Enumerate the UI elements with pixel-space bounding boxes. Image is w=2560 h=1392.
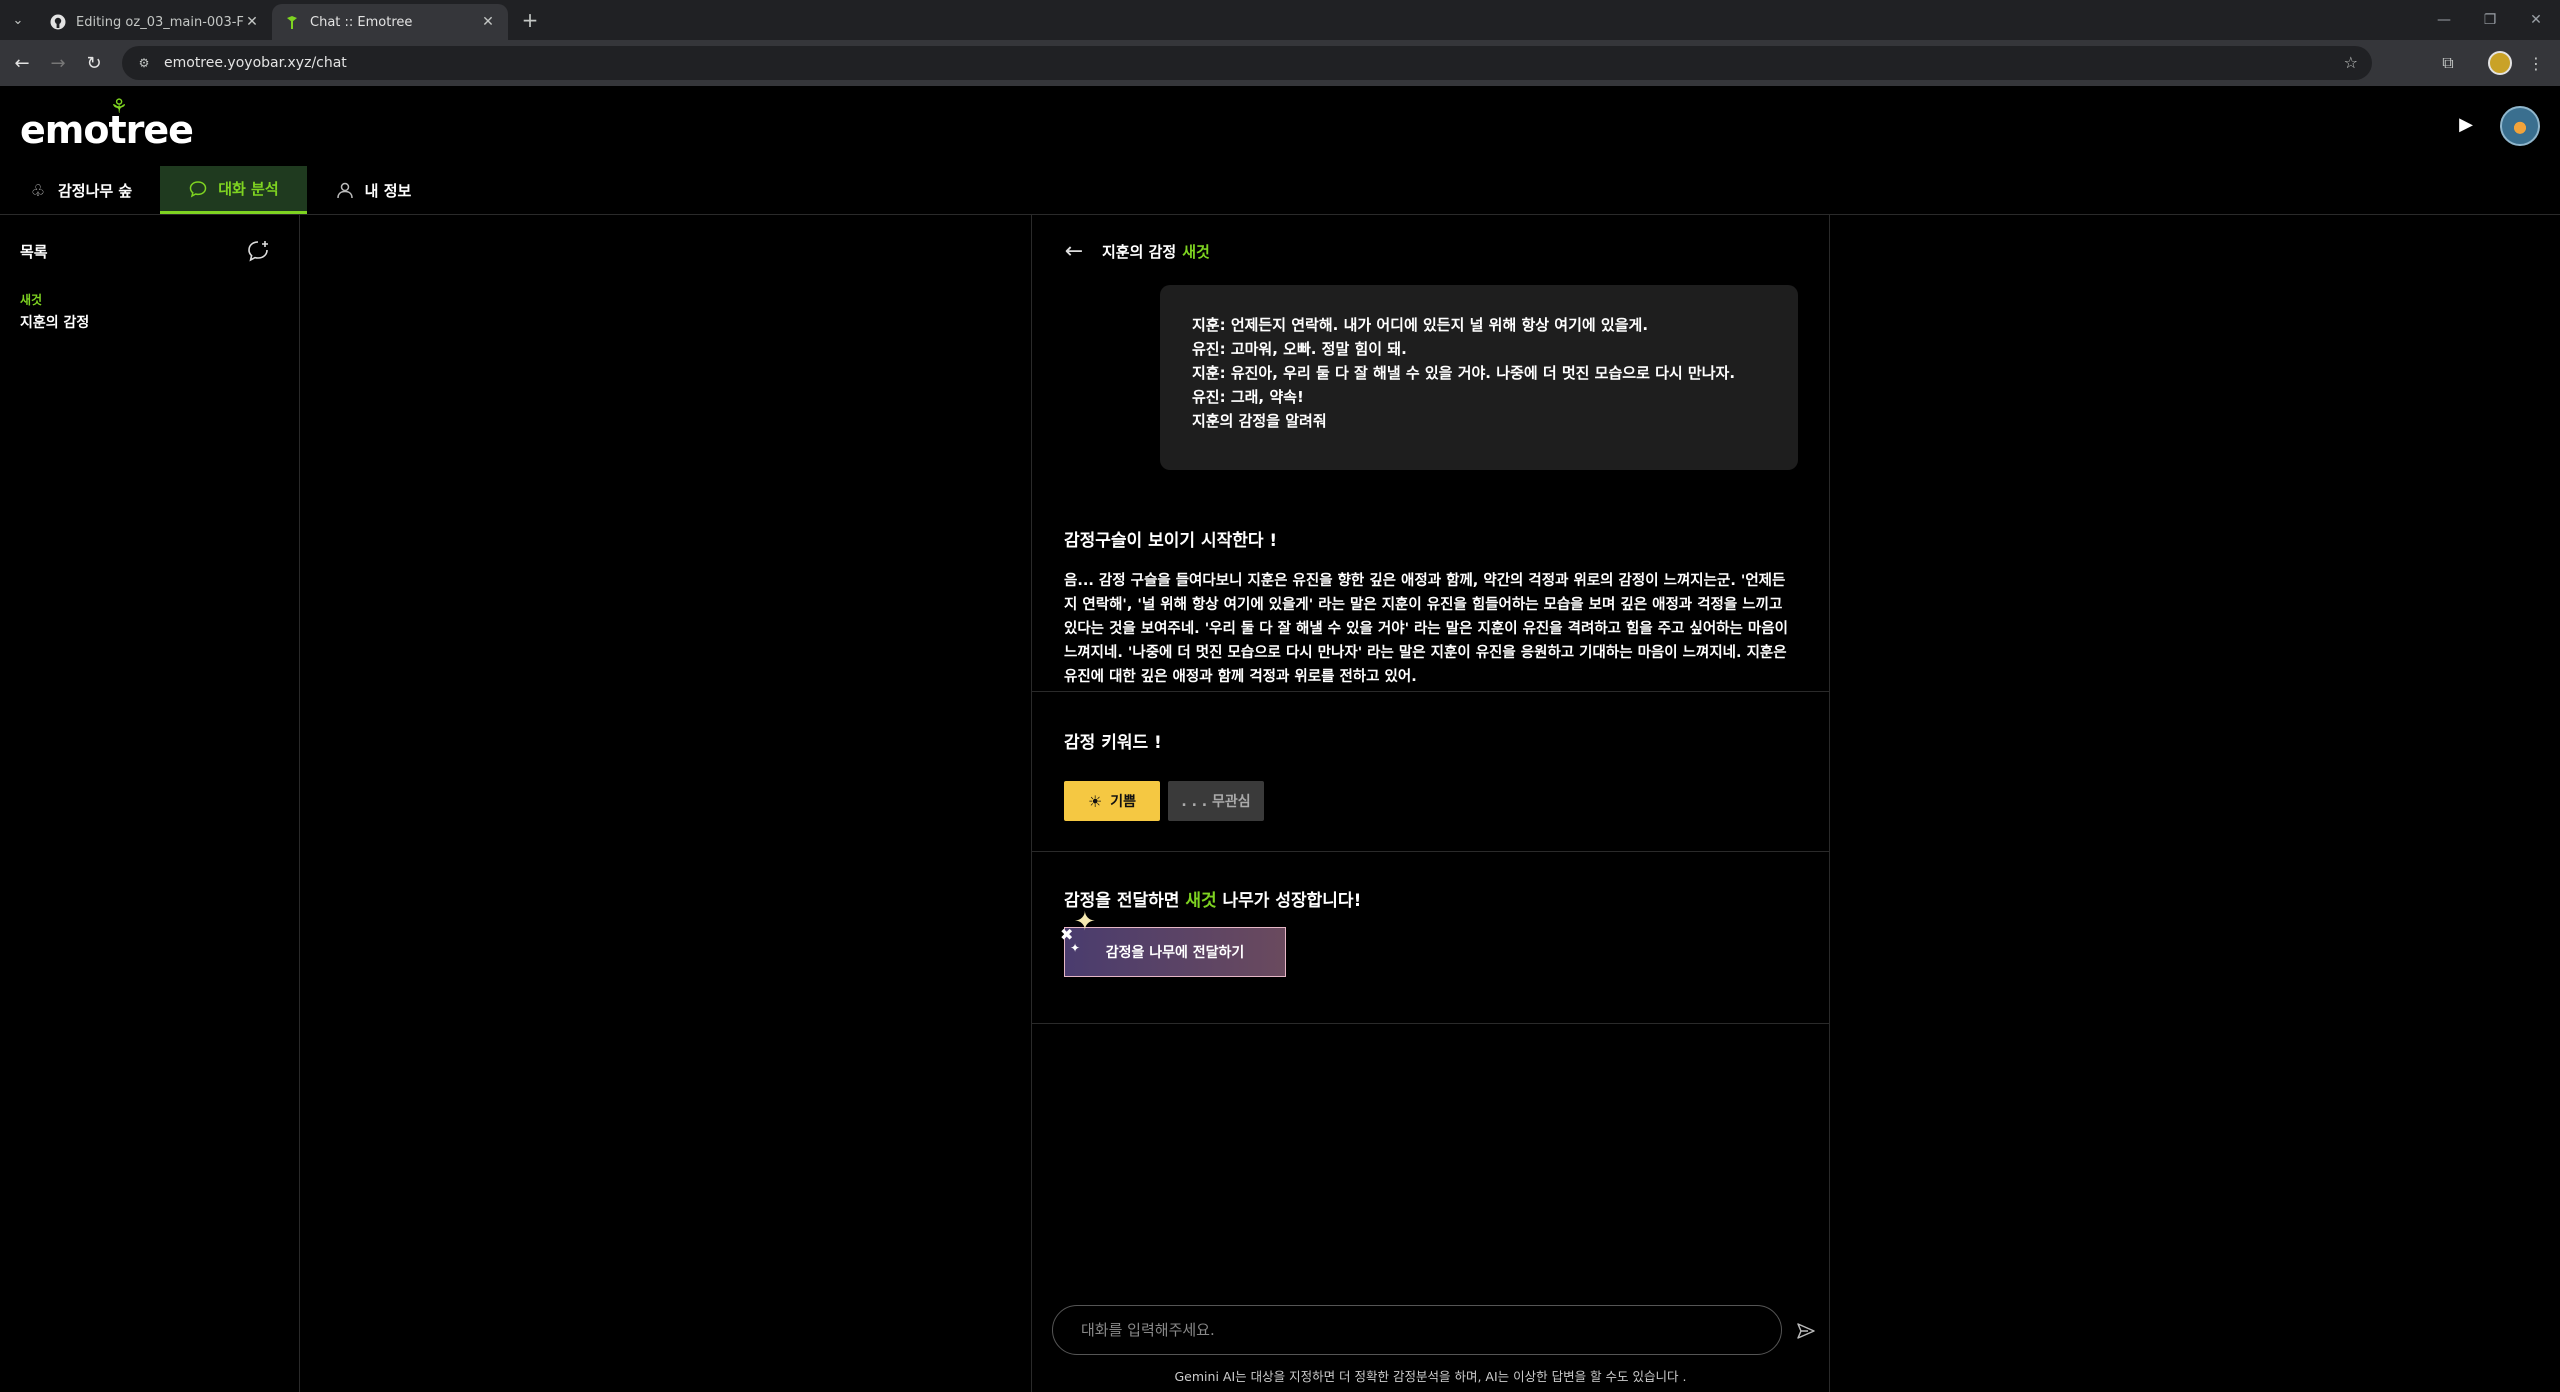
message-line: 유진: 그래, 약속! <box>1192 388 1304 406</box>
logo-text: emotree <box>20 108 194 152</box>
chat-panel: ← 지훈의 감정 새것 지훈: 언제든지 연락해. 내가 어디에 있든지 널 위해… <box>1031 215 1830 1392</box>
tab-search-icon[interactable]: ⌄ <box>6 8 30 32</box>
message-line: 지훈의 감정을 알려줘 <box>1192 412 1327 430</box>
close-tab-icon[interactable]: ✕ <box>244 14 260 30</box>
browser-tab-emotree[interactable]: Chat :: Emotree ✕ <box>272 4 508 40</box>
bookmark-star-icon[interactable]: ☆ <box>2344 53 2358 72</box>
deliver-button-wrap: 감정을 나무에 전달하기 ✦ ✖ ✦ <box>1060 907 1286 977</box>
tree-icon: ♧ <box>30 180 46 200</box>
keyword-chips: ☀ 기쁨 . . . 무관심 <box>1064 781 1797 821</box>
sparkle-icon: ✦ <box>1074 907 1096 937</box>
nav-item-my-info[interactable]: 내 정보 <box>307 166 440 214</box>
keyword-chip-joy[interactable]: ☀ 기쁨 <box>1064 781 1160 821</box>
user-icon <box>335 180 355 200</box>
browser-tabbar: ⌄ Editing oz_03_main-003-FE/RE ✕ Chat ::… <box>0 0 2560 40</box>
sparkle-icon: ✦ <box>1070 941 1081 955</box>
tab-title: Editing oz_03_main-003-FE/RE <box>76 14 244 30</box>
extensions-icon[interactable]: ⧉ <box>2436 51 2460 75</box>
site-info-icon[interactable]: ⚙ <box>134 53 154 73</box>
back-icon[interactable]: ← <box>10 51 34 75</box>
new-badge: 새것 <box>20 293 43 307</box>
deliver-heading: 감정을 전달하면 새것 나무가 성장합니다! <box>1064 886 1797 911</box>
app-root: emotree ⚘ ▶ ♧ 감정나무 숲 대화 분석 내 정보 목록 새것 지훈… <box>0 86 2560 1392</box>
close-tab-icon[interactable]: ✕ <box>480 14 496 30</box>
nav-label: 내 정보 <box>364 181 412 200</box>
send-icon[interactable] <box>1794 1319 1818 1343</box>
message-line: 지훈: 언제든지 연락해. 내가 어디에 있든지 널 위해 항상 여기에 있을게… <box>1192 316 1649 334</box>
chat-title-text: 지훈의 감정 <box>1102 242 1177 261</box>
reload-icon[interactable]: ↻ <box>82 51 106 75</box>
user-avatar[interactable] <box>2500 106 2540 146</box>
sidebar-item-conversation[interactable]: 새것 지훈의 감정 <box>20 291 89 332</box>
forward-icon[interactable]: → <box>46 51 70 75</box>
address-bar[interactable]: ⚙ emotree.yoyobar.xyz/chat ☆ <box>122 46 2372 80</box>
deliver-section: 감정을 전달하면 새것 나무가 성장합니다! 감정을 나무에 전달하기 ✦ ✖ … <box>1032 852 1829 1024</box>
keyword-label: . . . 무관심 <box>1181 794 1251 810</box>
analysis-body: 음... 감정 구슬을 들여다보니 지훈은 유진을 향한 깊은 애정과 함께, … <box>1064 573 1788 685</box>
browser-profile-avatar[interactable] <box>2488 51 2512 75</box>
chat-title-tag: 새것 <box>1182 242 1210 261</box>
minimize-icon[interactable]: — <box>2432 8 2456 32</box>
kebab-menu-icon[interactable]: ⋮ <box>2524 51 2548 75</box>
play-icon[interactable]: ▶ <box>2456 114 2476 135</box>
keywords-section: 감정 키워드 ! ☀ 기쁨 . . . 무관심 <box>1032 692 1829 852</box>
sun-icon: ☀ <box>1087 791 1103 811</box>
chat-title: 지훈의 감정 새것 <box>1102 241 1210 262</box>
nav-item-forest[interactable]: ♧ 감정나무 숲 <box>0 166 160 214</box>
message-line: 지훈: 유진아, 우리 둘 다 잘 해낼 수 있을 거야. 나중에 더 멋진 모… <box>1192 364 1736 382</box>
ai-disclaimer: Gemini AI는 대상을 지정하면 더 정확한 감정분석을 하며, AI는 … <box>1174 1369 1687 1384</box>
chat-input[interactable] <box>1081 1321 1753 1339</box>
nav-item-chat-analysis[interactable]: 대화 분석 <box>160 166 307 214</box>
back-arrow-icon[interactable]: ← <box>1060 237 1088 265</box>
chat-input-box[interactable] <box>1052 1305 1782 1355</box>
restore-icon[interactable]: ❐ <box>2478 8 2502 32</box>
tab-title: Chat :: Emotree <box>310 14 413 30</box>
sprout-icon <box>284 14 300 30</box>
browser-tab-github[interactable]: Editing oz_03_main-003-FE/RE ✕ <box>38 4 272 40</box>
new-chat-icon[interactable] <box>244 237 272 265</box>
deliver-heading-post: 나무가 성장합니다! <box>1216 891 1362 911</box>
sprout-icon: ⚘ <box>110 94 128 118</box>
nav-label: 감정나무 숲 <box>58 181 133 200</box>
keywords-heading: 감정 키워드 ! <box>1064 733 1162 753</box>
deliver-to-tree-button[interactable]: 감정을 나무에 전달하기 <box>1064 927 1286 977</box>
nav-label: 대화 분석 <box>218 180 279 198</box>
conversation-name: 지훈의 감정 <box>20 315 90 331</box>
conversation-sidebar: 목록 새것 지훈의 감정 <box>0 215 300 1392</box>
chat-bubble-icon <box>188 179 208 199</box>
user-message-bubble: 지훈: 언제든지 연락해. 내가 어디에 있든지 널 위해 항상 여기에 있을게… <box>1160 285 1798 470</box>
emotree-logo[interactable]: emotree ⚘ <box>20 94 194 152</box>
close-window-icon[interactable]: ✕ <box>2524 8 2548 32</box>
message-line: 유진: 고마워, 오빠. 정말 힘이 돼. <box>1192 340 1407 358</box>
analysis-heading: 감정구슬이 보이기 시작한다 ! <box>1064 531 1278 551</box>
chat-header: ← 지훈의 감정 새것 <box>1060 237 1210 265</box>
sidebar-title: 목록 <box>20 243 48 261</box>
github-icon <box>50 14 66 30</box>
url-text: emotree.yoyobar.xyz/chat <box>164 55 347 71</box>
browser-toolbar: ← → ↻ ⚙ emotree.yoyobar.xyz/chat ☆ ⧉ ⋮ <box>0 40 2560 86</box>
main-nav: ♧ 감정나무 숲 대화 분석 내 정보 <box>0 166 439 214</box>
keyword-label: 기쁨 <box>1110 794 1137 810</box>
keyword-chip-indifference[interactable]: . . . 무관심 <box>1168 781 1264 821</box>
new-tab-button[interactable]: + <box>518 8 542 32</box>
deliver-heading-tag: 새것 <box>1185 891 1217 911</box>
analysis-section: 감정구슬이 보이기 시작한다 ! 음... 감정 구슬을 들여다보니 지훈은 유… <box>1032 470 1829 692</box>
